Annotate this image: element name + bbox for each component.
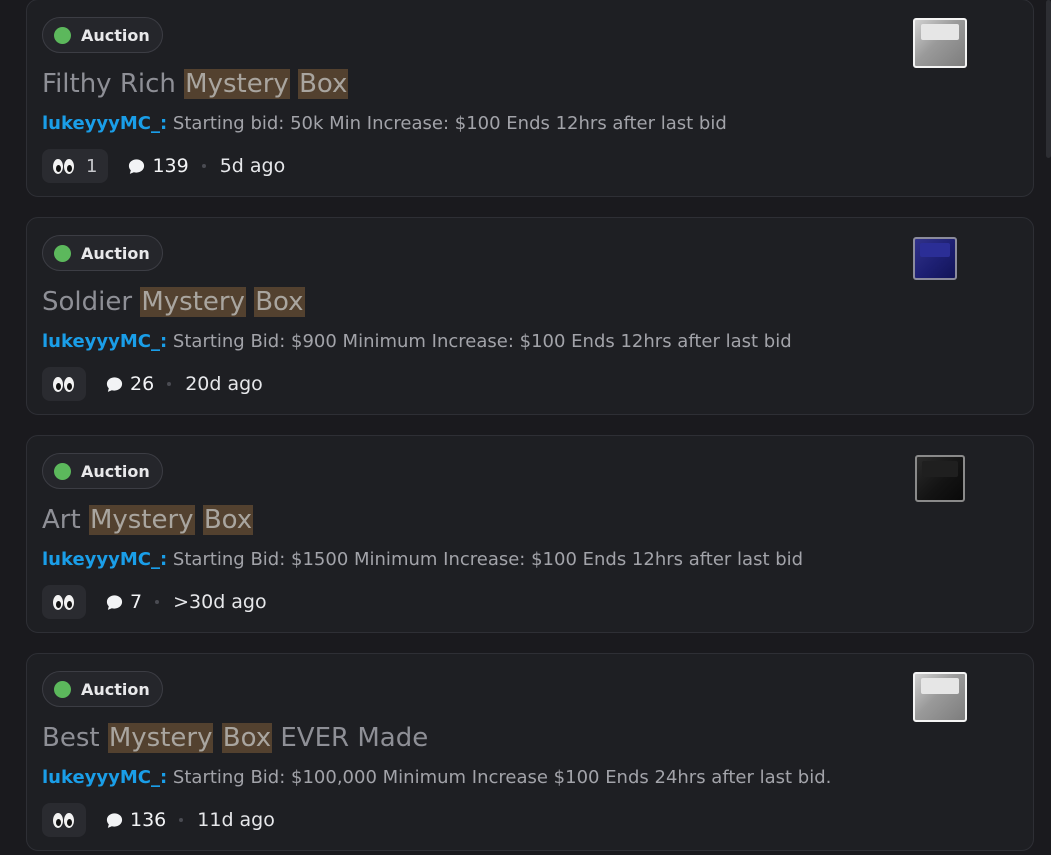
tag-chip[interactable]: Auction: [42, 671, 163, 707]
timestamp: 20d ago: [185, 373, 263, 395]
tag-dot-icon: [54, 462, 71, 480]
reply-count: 136: [130, 809, 167, 831]
post-thumbnail[interactable]: [913, 18, 967, 68]
reaction-button[interactable]: 1: [42, 149, 109, 183]
tag-chip[interactable]: Auction: [42, 17, 163, 53]
title-highlight: Box: [202, 505, 254, 535]
post-card[interactable]: Auction Art Mystery Box lukeyyyMC_: Star…: [26, 435, 1034, 633]
reaction-count: 1: [86, 155, 98, 177]
author-name[interactable]: lukeyyyMC_:: [42, 767, 167, 788]
tag-dot-icon: [54, 680, 71, 698]
title-text: Filthy Rich: [42, 69, 185, 99]
tag-label: Auction: [81, 25, 150, 45]
post-thumbnail[interactable]: [913, 237, 957, 280]
title-highlight: Mystery: [140, 287, 246, 317]
speech-bubble-icon: [129, 158, 145, 174]
timestamp: >30d ago: [173, 591, 267, 613]
reply-count: 26: [130, 373, 155, 395]
separator-dot: [167, 382, 172, 386]
post-title[interactable]: Soldier Mystery Box: [42, 284, 305, 320]
snippet-text: Starting Bid: $900 Minimum Increase: $10…: [167, 331, 792, 352]
separator-dot: [179, 818, 184, 822]
title-text: Art: [42, 505, 89, 535]
post-title[interactable]: Art Mystery Box: [42, 502, 254, 538]
reply-count: 139: [152, 155, 189, 177]
separator-dot: [201, 164, 206, 168]
tag-chip[interactable]: Auction: [42, 453, 163, 489]
title-highlight: Box: [221, 723, 273, 753]
snippet-text: Starting Bid: $100,000 Minimum Increase …: [167, 767, 832, 788]
title-highlight: Box: [254, 287, 305, 317]
speech-bubble-icon: [106, 376, 123, 392]
tag-chip[interactable]: Auction: [42, 235, 163, 271]
reaction-button[interactable]: [42, 803, 86, 837]
post-card[interactable]: Auction Best Mystery Box EVER Made lukey…: [26, 653, 1034, 851]
snippet-text: Starting bid: 50k Min Increase: $100 End…: [167, 113, 727, 134]
post-card[interactable]: Auction Filthy Rich Mystery Box lukeyyyM…: [26, 0, 1034, 197]
author-name[interactable]: lukeyyyMC_:: [42, 549, 167, 570]
eyes-emoji-icon: [53, 812, 75, 828]
post-snippet: lukeyyyMC_: Starting Bid: $100,000 Minim…: [42, 766, 831, 790]
reaction-button[interactable]: [42, 585, 86, 619]
post-title[interactable]: Filthy Rich Mystery Box: [42, 66, 349, 102]
post-snippet: lukeyyyMC_: Starting bid: 50k Min Increa…: [42, 112, 727, 136]
author-name[interactable]: lukeyyyMC_:: [42, 331, 167, 352]
title-text: Best: [42, 723, 108, 753]
eyes-emoji-icon: [53, 158, 75, 174]
post-title[interactable]: Best Mystery Box EVER Made: [42, 720, 428, 756]
timestamp: 5d ago: [219, 155, 286, 177]
forum-post-list: Auction Filthy Rich Mystery Box lukeyyyM…: [0, 0, 1051, 855]
title-text: EVER Made: [272, 723, 429, 753]
scrollbar-thumb[interactable]: [1046, 0, 1051, 158]
separator-dot: [155, 600, 160, 604]
reply-count: 7: [130, 591, 143, 613]
post-meta: 7 >30d ago: [42, 584, 267, 620]
speech-bubble-icon: [106, 812, 123, 828]
post-thumbnail[interactable]: [913, 672, 967, 722]
reaction-button[interactable]: [42, 367, 86, 401]
title-highlight: Mystery: [107, 723, 214, 753]
timestamp: 11d ago: [197, 809, 275, 831]
tag-dot-icon: [54, 244, 71, 262]
post-meta: 1 139 5d ago: [42, 148, 285, 184]
eyes-emoji-icon: [53, 594, 75, 610]
tag-label: Auction: [81, 679, 150, 699]
title-highlight: Mystery: [184, 69, 290, 99]
tag-label: Auction: [81, 243, 150, 263]
eyes-emoji-icon: [53, 376, 75, 392]
title-highlight: Box: [298, 69, 349, 99]
post-thumbnail[interactable]: [915, 455, 965, 502]
post-meta: 136 11d ago: [42, 802, 275, 838]
post-card[interactable]: Auction Soldier Mystery Box lukeyyyMC_: …: [26, 217, 1034, 415]
title-highlight: Mystery: [88, 505, 195, 535]
snippet-text: Starting Bid: $1500 Minimum Increase: $1…: [167, 549, 804, 570]
tag-label: Auction: [81, 461, 150, 481]
author-name[interactable]: lukeyyyMC_:: [42, 113, 167, 134]
tag-dot-icon: [54, 26, 71, 44]
post-snippet: lukeyyyMC_: Starting Bid: $1500 Minimum …: [42, 548, 803, 572]
speech-bubble-icon: [106, 594, 123, 610]
post-snippet: lukeyyyMC_: Starting Bid: $900 Minimum I…: [42, 330, 792, 354]
post-meta: 26 20d ago: [42, 366, 263, 402]
title-text: Soldier: [42, 287, 141, 317]
